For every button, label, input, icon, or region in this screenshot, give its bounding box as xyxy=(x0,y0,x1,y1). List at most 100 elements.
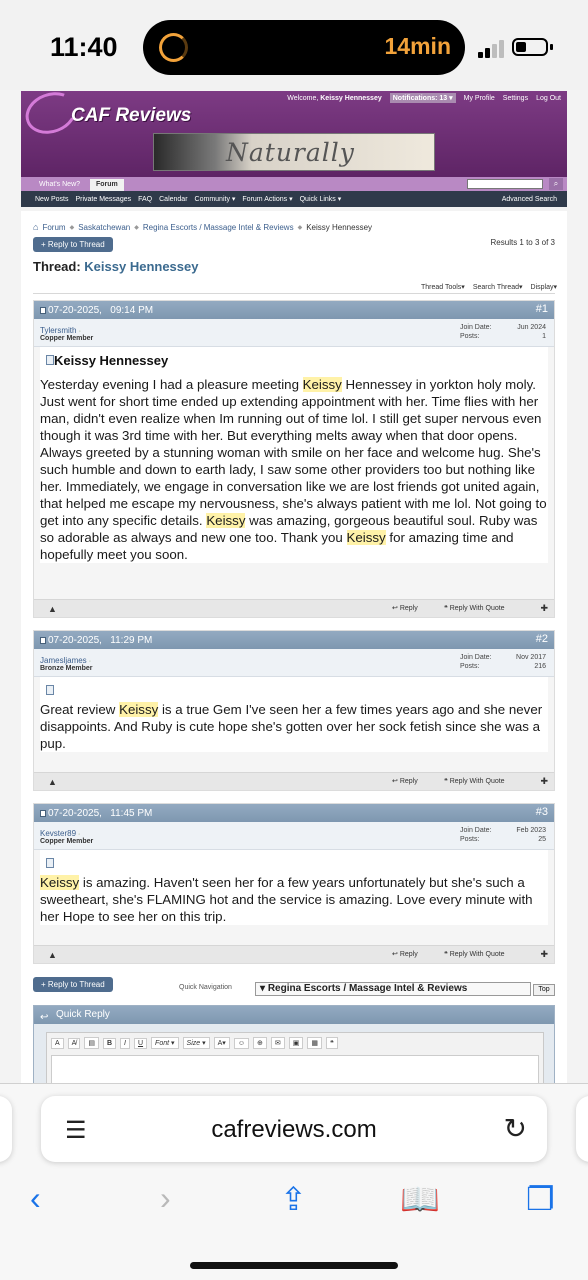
reply-with-quote-button[interactable]: ❝ Reply With Quote xyxy=(444,950,505,958)
username[interactable]: Kevster89 ◦ xyxy=(40,829,80,838)
user-stats-values: Feb 2023 25 xyxy=(516,826,546,844)
email-icon[interactable]: ✉ xyxy=(270,1037,285,1049)
font-label: Font xyxy=(155,1040,170,1047)
join-date-label: Join Date: xyxy=(460,827,492,834)
link-icon[interactable]: ⊕ xyxy=(252,1037,267,1049)
dynamic-island[interactable]: 14min xyxy=(143,20,465,75)
breadcrumb-regina[interactable]: Regina Escorts / Massage Intel & Reviews xyxy=(143,223,294,232)
username-text: Tylersmith xyxy=(40,326,77,335)
quick-navigation-select[interactable]: ▾ Regina Escorts / Massage Intel & Revie… xyxy=(255,982,531,996)
reply-quote-label: Reply With Quote xyxy=(449,951,505,958)
post: 07-20-2025, 11:45 PM #3 Kevster89 ◦ Copp… xyxy=(33,803,555,964)
username[interactable]: Tylersmith ◦ xyxy=(40,326,81,335)
previous-tab-pill[interactable] xyxy=(0,1096,12,1162)
header-banner[interactable]: Naturally Yours xyxy=(153,133,435,171)
switch-mode-icon[interactable]: A xyxy=(51,1037,64,1049)
subnav-private-messages[interactable]: Private Messages xyxy=(75,196,131,203)
reply-button[interactable]: ↩ Reply xyxy=(392,604,418,612)
reply-label: Reply xyxy=(399,605,418,612)
subnav-forum-actions[interactable]: Forum Actions ▾ xyxy=(242,195,292,203)
post-title-text: Keissy Hennessey xyxy=(54,353,169,368)
settings-link[interactable]: Settings xyxy=(503,95,528,102)
post-text-segment: Hennessey in yorkton holy moly. Just wen… xyxy=(40,377,547,528)
back-icon[interactable]: ‹ xyxy=(30,1180,41,1217)
advanced-search-link[interactable]: Advanced Search xyxy=(502,196,557,203)
image-icon[interactable]: ▣ xyxy=(288,1037,304,1049)
video-icon[interactable]: ▦ xyxy=(307,1037,322,1049)
forward-icon[interactable]: › xyxy=(160,1180,171,1217)
document-icon xyxy=(46,685,54,695)
reply-editor: A A̸ ▤ B I U Font ▾ Size ▾ A▾ ☺ ⊕ ✉ ▣ ▦ … xyxy=(46,1032,544,1090)
next-tab-pill[interactable] xyxy=(576,1096,588,1162)
post-status-icon xyxy=(40,306,46,314)
share-icon[interactable]: ⇪ xyxy=(280,1180,307,1218)
bold-button[interactable]: B xyxy=(102,1037,117,1049)
username[interactable]: Jamesljames ◦ xyxy=(40,656,91,665)
logout-link[interactable]: Log Out xyxy=(536,95,561,102)
text-color-icon[interactable]: A▾ xyxy=(213,1037,230,1049)
size-label: Size xyxy=(186,1040,201,1047)
breadcrumb-current: Keissy Hennessey xyxy=(306,222,373,232)
thread-tools-menu[interactable]: Thread Tools▾ xyxy=(421,283,465,291)
posts-label: Posts: xyxy=(460,663,480,670)
bookmarks-icon[interactable]: 📖 xyxy=(400,1180,440,1218)
reply-button[interactable]: ↩ Reply xyxy=(392,950,418,958)
multiquote-icon[interactable]: ✚ xyxy=(540,603,548,614)
italic-button[interactable]: I xyxy=(120,1037,130,1049)
user-info: Jamesljames ◦ Bronze Member Join Date: Po… xyxy=(34,649,554,677)
subnav-quick-links[interactable]: Quick Links ▾ xyxy=(300,195,342,203)
breadcrumb-forum[interactable]: Forum xyxy=(42,223,65,232)
signal-icon xyxy=(478,52,483,58)
report-icon[interactable]: ▲ xyxy=(48,777,57,787)
user-rank: Copper Member xyxy=(40,335,94,342)
post-text: Yesterday evening I had a pleasure meeti… xyxy=(40,372,548,563)
report-icon[interactable]: ▲ xyxy=(48,604,57,614)
tab-forum[interactable]: Forum xyxy=(90,179,124,191)
size-select[interactable]: Size ▾ xyxy=(182,1037,210,1049)
search-thread-menu[interactable]: Search Thread▾ xyxy=(473,283,523,291)
subnav-community[interactable]: Community ▾ xyxy=(195,195,236,203)
site-logo[interactable]: CAF Reviews xyxy=(71,105,191,127)
remove-format-icon[interactable]: A̸ xyxy=(67,1037,81,1049)
reply-with-quote-button[interactable]: ❝ Reply With Quote xyxy=(444,604,505,612)
subnav-new-posts[interactable]: New Posts xyxy=(35,196,68,203)
tabs-icon[interactable]: ❐ xyxy=(526,1180,555,1218)
editor-toolbar: A A̸ ▤ B I U Font ▾ Size ▾ A▾ ☺ ⊕ ✉ ▣ ▦ … xyxy=(51,1037,338,1049)
post-number[interactable]: #1 xyxy=(536,303,548,315)
search-input[interactable] xyxy=(467,179,543,189)
notifications-label: Notifications: 13 xyxy=(392,95,448,102)
subnav-calendar[interactable]: Calendar xyxy=(159,196,187,203)
notifications-button[interactable]: Notifications: 13 ▾ xyxy=(389,93,456,103)
post-number[interactable]: #2 xyxy=(536,633,548,645)
multiquote-icon[interactable]: ✚ xyxy=(540,949,548,960)
home-indicator[interactable] xyxy=(190,1262,398,1269)
search-icon[interactable]: ⌕ xyxy=(549,178,563,190)
url-text: cafreviews.com xyxy=(211,1116,377,1143)
subnav-faq[interactable]: FAQ xyxy=(138,196,152,203)
multiquote-icon[interactable]: ✚ xyxy=(540,776,548,787)
breadcrumb-saskatchewan[interactable]: Saskatchewan xyxy=(78,223,130,232)
report-icon[interactable]: ▲ xyxy=(48,950,57,960)
underline-button[interactable]: U xyxy=(133,1037,148,1049)
top-links: Welcome, Keissy Hennessey Notifications:… xyxy=(287,93,561,103)
post-number[interactable]: #3 xyxy=(536,806,548,818)
username-link[interactable]: Keissy Hennessey xyxy=(320,95,381,102)
reply-with-quote-button[interactable]: ❝ Reply With Quote xyxy=(444,777,505,785)
top-button[interactable]: Top xyxy=(533,984,555,996)
posts-label: Posts: xyxy=(460,333,480,340)
display-menu[interactable]: Display▾ xyxy=(531,283,557,291)
site-header: CAF Reviews Welcome, Keissy Hennessey No… xyxy=(19,90,567,177)
font-select[interactable]: Font ▾ xyxy=(151,1037,179,1049)
paste-icon[interactable]: ▤ xyxy=(84,1037,99,1049)
tab-whats-new[interactable]: What's New? xyxy=(33,179,86,191)
reply-to-thread-button-bottom[interactable]: + Reply to Thread xyxy=(33,977,113,992)
address-bar[interactable]: ☰ cafreviews.com ↻ xyxy=(41,1096,547,1162)
my-profile-link[interactable]: My Profile xyxy=(464,95,495,102)
quick-reply-header[interactable]: ↩ Quick Reply xyxy=(34,1006,554,1024)
reply-button[interactable]: ↩ Reply xyxy=(392,777,418,785)
quote-icon[interactable]: ❝ xyxy=(325,1037,338,1049)
reply-to-thread-button[interactable]: + Reply to Thread xyxy=(33,237,113,252)
home-icon[interactable]: ⌂ xyxy=(33,222,38,232)
reload-icon[interactable]: ↻ xyxy=(504,1112,527,1145)
smiley-icon[interactable]: ☺ xyxy=(233,1037,249,1049)
